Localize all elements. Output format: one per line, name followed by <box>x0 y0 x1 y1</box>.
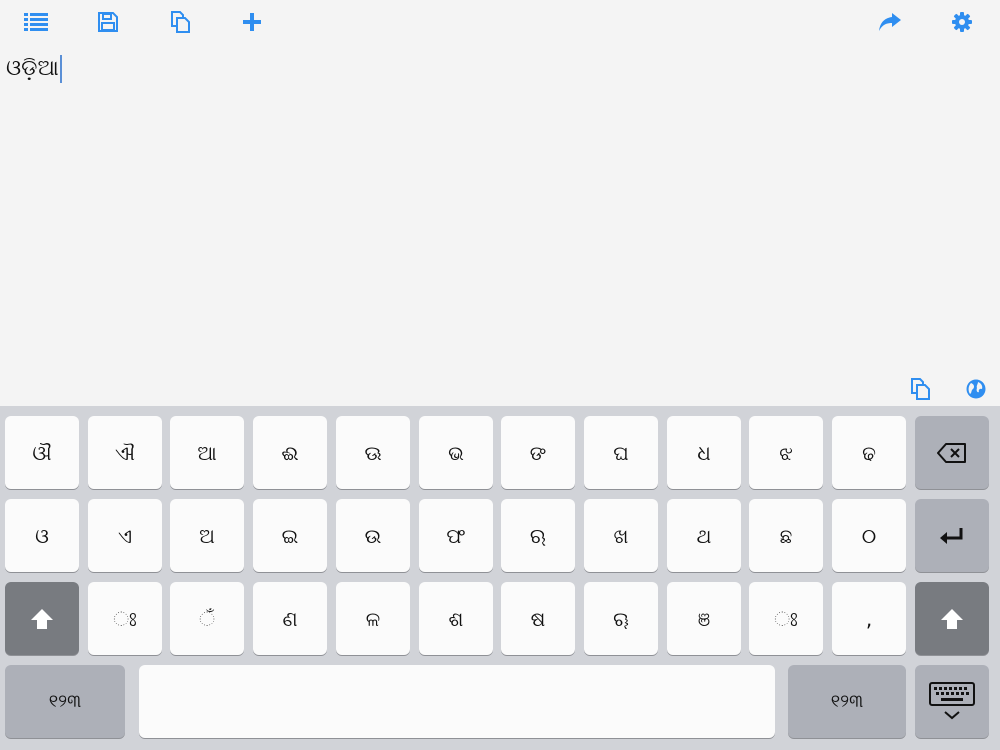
key-label: ଷ <box>530 606 546 631</box>
key-label: ଘ <box>613 440 629 465</box>
key-ai[interactable]: ଐ <box>88 416 162 489</box>
key-aa[interactable]: ଆ <box>170 416 244 489</box>
key-label: ଫ <box>446 523 466 548</box>
key-chha[interactable]: ଛ <box>749 499 823 572</box>
key-label: ଶ <box>448 606 464 631</box>
backspace-icon <box>937 442 966 463</box>
key-nga[interactable]: ଙ <box>501 416 575 489</box>
key-ddha[interactable]: ଢ <box>832 416 906 489</box>
key-label: ଙ <box>529 440 547 465</box>
key-label: ଇ <box>281 523 299 548</box>
key-o[interactable]: ଓ <box>5 499 79 572</box>
copy-icon[interactable] <box>162 6 198 38</box>
key-nna[interactable]: ଣ <box>253 582 327 655</box>
key-label: ଆ <box>197 440 217 465</box>
key-ii[interactable]: ଈ <box>253 416 327 489</box>
shift-icon <box>941 608 963 629</box>
keyboard-dismiss-icon <box>929 681 975 719</box>
key-dha[interactable]: ଧ <box>667 416 741 489</box>
shift-key-left[interactable] <box>5 582 79 655</box>
key-label: ଣ <box>282 606 298 631</box>
key-label: , <box>865 606 873 631</box>
keyboard-accessory-bar <box>0 372 1000 406</box>
key-sha[interactable]: ଶ <box>419 582 493 655</box>
key-label: ଅ <box>199 523 215 548</box>
text-editor[interactable]: ଓଡ଼ିଆ <box>0 44 1000 372</box>
key-label: ୦ <box>861 523 877 548</box>
key-label: ଞ <box>697 606 711 631</box>
key-gha[interactable]: ଘ <box>584 416 658 489</box>
editor-content[interactable]: ଓଡ଼ିଆ <box>6 54 62 84</box>
key-i[interactable]: ଇ <box>253 499 327 572</box>
key-comma[interactable]: , <box>832 582 906 655</box>
key-label: ଳ <box>365 606 381 631</box>
gear-icon[interactable] <box>944 6 980 38</box>
key-pha[interactable]: ଫ <box>419 499 493 572</box>
toolbar <box>0 0 1000 44</box>
backspace-key[interactable] <box>915 416 989 489</box>
key-visarga[interactable]: ଃ <box>749 582 823 655</box>
key-nya[interactable]: ଞ <box>667 582 741 655</box>
key-label: ୧୨୩ <box>48 691 82 712</box>
key-label: ଓ <box>35 523 49 548</box>
key-label: ଃ <box>113 606 137 631</box>
key-label: ୧୨୩ <box>830 691 864 712</box>
share-icon[interactable] <box>872 6 908 38</box>
globe-icon[interactable] <box>961 375 991 403</box>
shift-icon <box>31 608 53 629</box>
dismiss-keyboard-key[interactable] <box>915 665 989 738</box>
key-rri[interactable]: ୠ <box>584 582 658 655</box>
key-label: ଝ <box>779 440 793 465</box>
key-label: ଈ <box>281 440 299 465</box>
key-visarga-alt[interactable]: ଃ <box>88 582 162 655</box>
key-label: ଉ <box>364 523 382 548</box>
key-label: ୠ <box>613 606 629 631</box>
key-jha[interactable]: ଝ <box>749 416 823 489</box>
plus-icon[interactable] <box>234 6 270 38</box>
key-label: ଁ <box>199 606 215 631</box>
key-label: ଥ <box>696 523 712 548</box>
key-label: ଐ <box>115 440 135 465</box>
key-candrabindu[interactable]: ଁ <box>170 582 244 655</box>
return-icon <box>940 527 963 544</box>
keyboard: ଔ ଐ ଆ ଈ ଊ ଭ ଙ ଘ ଧ ଝ ଢ ଓ ଏ ଅ ଇ ଉ ଫ ଋ ଖ ଥ … <box>0 406 1000 750</box>
key-label: ଛ <box>779 523 793 548</box>
key-label: ଭ <box>448 440 464 465</box>
numbers-key-right[interactable]: ୧୨୩ <box>788 665 906 738</box>
return-key[interactable] <box>915 499 989 572</box>
save-icon[interactable] <box>90 6 126 38</box>
key-lla[interactable]: ଳ <box>336 582 410 655</box>
key-label: ଃ <box>774 606 798 631</box>
copy-icon[interactable] <box>905 375 935 403</box>
key-u[interactable]: ଉ <box>336 499 410 572</box>
numbers-key-left[interactable]: ୧୨୩ <box>5 665 125 738</box>
space-key[interactable] <box>139 665 775 738</box>
key-label: ଢ <box>862 440 876 465</box>
key-label: ଏ <box>117 523 133 548</box>
text-caret <box>59 55 62 83</box>
key-ri[interactable]: ଋ <box>501 499 575 572</box>
key-tha[interactable]: ଥ <box>667 499 741 572</box>
key-bha[interactable]: ଭ <box>419 416 493 489</box>
key-label: ଖ <box>613 523 629 548</box>
key-label: ଔ <box>32 440 52 465</box>
key-label: ଧ <box>697 440 711 465</box>
key-a[interactable]: ଅ <box>170 499 244 572</box>
key-label: ଋ <box>529 523 547 548</box>
key-ssa[interactable]: ଷ <box>501 582 575 655</box>
key-au[interactable]: ଔ <box>5 416 79 489</box>
key-kha[interactable]: ଖ <box>584 499 658 572</box>
key-label: ଊ <box>364 440 382 465</box>
key-uu[interactable]: ଊ <box>336 416 410 489</box>
key-e[interactable]: ଏ <box>88 499 162 572</box>
editor-text: ଓଡ଼ିଆ <box>6 56 59 81</box>
list-icon[interactable] <box>18 6 54 38</box>
key-zero[interactable]: ୦ <box>832 499 906 572</box>
shift-key-right[interactable] <box>915 582 989 655</box>
